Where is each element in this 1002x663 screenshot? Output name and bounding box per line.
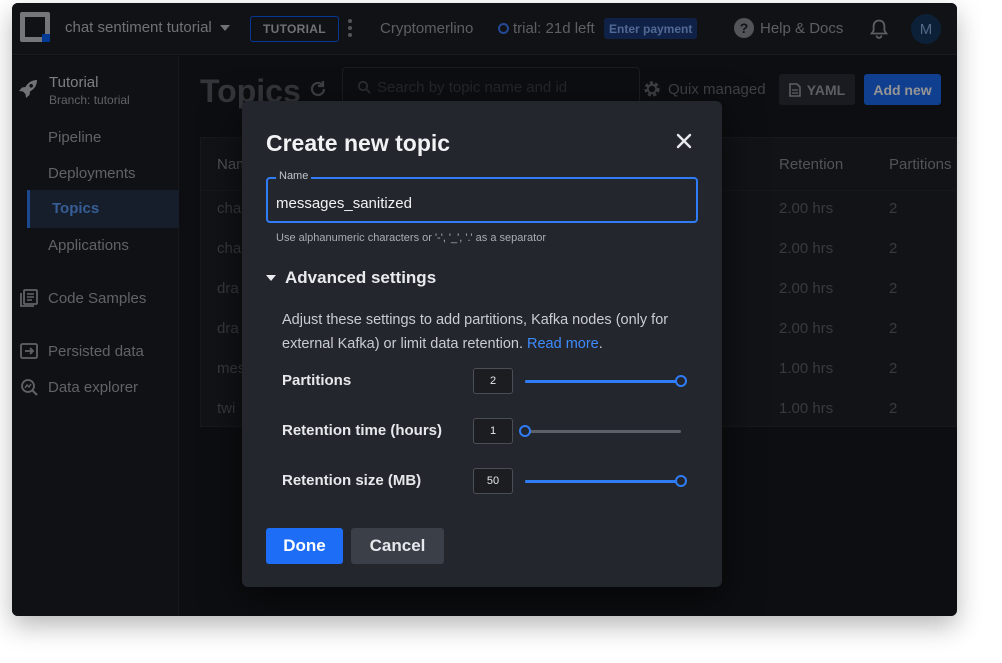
retention-size-label: Retention size (MB) xyxy=(282,472,421,489)
topic-name-input[interactable] xyxy=(276,195,686,212)
advanced-settings-description: Adjust these settings to add partitions,… xyxy=(282,308,702,356)
read-more-link[interactable]: Read more xyxy=(527,336,599,352)
partitions-label: Partitions xyxy=(282,372,351,389)
partitions-input[interactable]: 2 xyxy=(473,368,513,394)
cancel-button[interactable]: Cancel xyxy=(351,528,444,564)
advanced-settings-title: Advanced settings xyxy=(285,268,436,288)
dialog-title: Create new topic xyxy=(266,130,450,157)
app-window: chat sentiment tutorial TUTORIAL Cryptom… xyxy=(12,3,957,616)
retention-time-input[interactable]: 1 xyxy=(473,418,513,444)
read-more-suffix: . xyxy=(599,336,603,352)
retention-time-slider[interactable] xyxy=(525,430,681,433)
advanced-settings-toggle[interactable]: Advanced settings xyxy=(266,268,436,288)
retention-size-input[interactable]: 50 xyxy=(473,468,513,494)
topic-name-label: Name xyxy=(276,170,311,182)
partitions-slider[interactable] xyxy=(525,380,681,383)
topic-name-hint: Use alphanumeric characters or '-', '_',… xyxy=(276,232,546,244)
create-topic-dialog: Create new topic Name Use alphanumeric c… xyxy=(242,101,722,587)
done-button[interactable]: Done xyxy=(266,528,343,564)
retention-size-slider[interactable] xyxy=(525,480,681,483)
topic-name-field[interactable]: Name xyxy=(266,177,698,223)
close-icon[interactable] xyxy=(676,133,692,149)
retention-time-label: Retention time (hours) xyxy=(282,422,442,439)
triangle-down-icon xyxy=(266,275,276,281)
advanced-desc-text: Adjust these settings to add partitions,… xyxy=(282,312,668,352)
